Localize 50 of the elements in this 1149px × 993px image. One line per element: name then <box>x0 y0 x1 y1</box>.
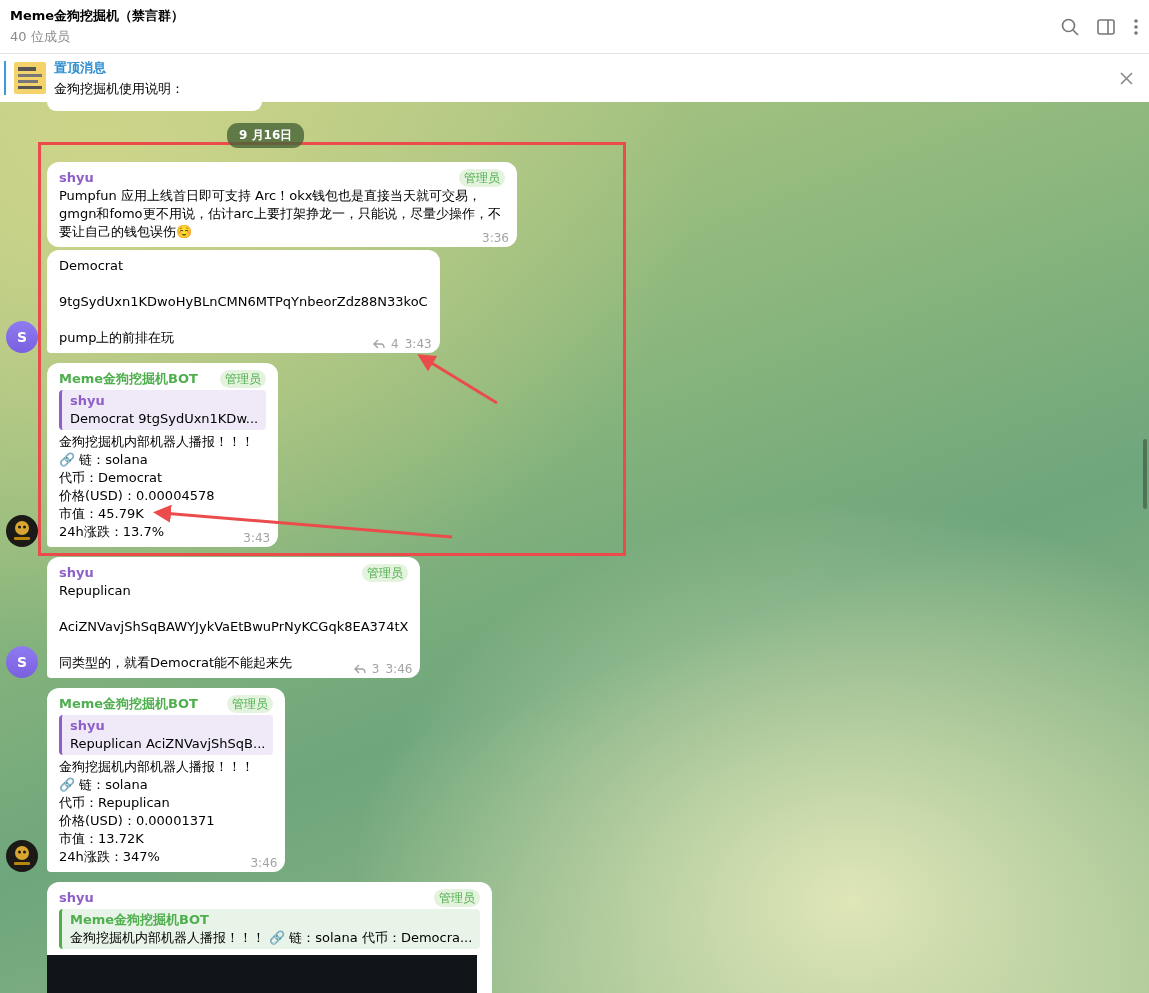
more-icon[interactable] <box>1133 17 1139 36</box>
pinned-title[interactable]: 置顶消息 <box>54 58 1112 77</box>
reply-icon <box>353 664 366 674</box>
reply-count[interactable]: 3 <box>371 660 380 678</box>
pinned-text[interactable]: 金狗挖掘机使用说明： <box>54 79 1112 98</box>
avatar[interactable]: S <box>6 646 38 678</box>
date-separator: 9 月16日 <box>227 123 305 148</box>
scrollbar-thumb[interactable] <box>1143 439 1147 509</box>
message-text: 9tgSydUxn1KDwoHyBLnCMN6MTPqYnbeorZdz88N33koC <box>59 293 428 311</box>
message-text: 价格(USD)：0.00001371 <box>59 812 216 830</box>
message-text: AciZNVavjShSqBAWYJykVaEtBwuPrNyKCGqk8EA374tX <box>59 618 409 636</box>
sender-name[interactable]: Meme金狗挖掘机BOT <box>59 695 198 713</box>
sender-name[interactable]: shyu <box>59 564 94 582</box>
message-text: 🔗 链：solana <box>59 451 149 469</box>
avatar-logo-icon[interactable] <box>6 515 38 547</box>
member-count: 40 位成员 <box>10 28 71 46</box>
message-time: 3:43 <box>404 336 432 353</box>
pinned-thumbnail-icon <box>14 62 46 94</box>
message-text: 代币：Democrat <box>59 469 164 487</box>
message-text: Democrat <box>59 257 125 275</box>
reply-count[interactable]: 4 <box>391 335 399 353</box>
sender-name[interactable]: shyu <box>59 169 94 187</box>
reply-quote[interactable]: Meme金狗挖掘机BOT 金狗挖掘机内部机器人播报！！！ 🔗 链：solana 代币：Democra... <box>59 909 481 949</box>
message-text: 价格(USD)：0.00004578 <box>59 487 216 505</box>
sidebar-toggle-icon[interactable] <box>1097 18 1115 35</box>
message-text: 市值：13.72K <box>59 830 145 848</box>
admin-badge: 管理员 <box>227 695 274 713</box>
avatar[interactable]: S <box>6 321 38 353</box>
sender-name[interactable]: Meme金狗挖掘机BOT <box>59 370 198 388</box>
admin-badge: 管理员 <box>220 370 267 388</box>
avatar-logo-icon[interactable] <box>6 840 38 872</box>
message-time: 3:46 <box>250 855 278 872</box>
close-icon[interactable] <box>1120 71 1133 85</box>
message-time: 3:46 <box>385 661 413 678</box>
message-text: 市值：45.79K <box>59 505 145 523</box>
message-text: 金狗挖掘机内部机器人播报！！！ <box>59 433 255 451</box>
admin-badge: 管理员 <box>434 889 481 907</box>
chat-title: Meme金狗挖掘机（禁言群） <box>10 7 186 25</box>
reply-quote[interactable]: shyu Repuplican AciZNVavjShSqB... <box>59 715 274 755</box>
reply-icon <box>373 339 386 349</box>
message-text: Repuplican <box>59 582 132 600</box>
message-text: 金狗挖掘机内部机器人播报！！！ <box>59 758 255 776</box>
admin-badge: 管理员 <box>362 564 409 582</box>
search-icon[interactable] <box>1061 17 1079 36</box>
sender-name[interactable]: shyu <box>59 889 94 907</box>
message-time: 3:36 <box>482 230 509 247</box>
message-text: 代币：Repuplican <box>59 794 171 812</box>
admin-badge: 管理员 <box>459 169 505 187</box>
reply-quote[interactable]: shyu Democrat 9tgSydUxn1KDw... <box>59 390 267 430</box>
message-text: 🔗 链：solana <box>59 776 149 794</box>
